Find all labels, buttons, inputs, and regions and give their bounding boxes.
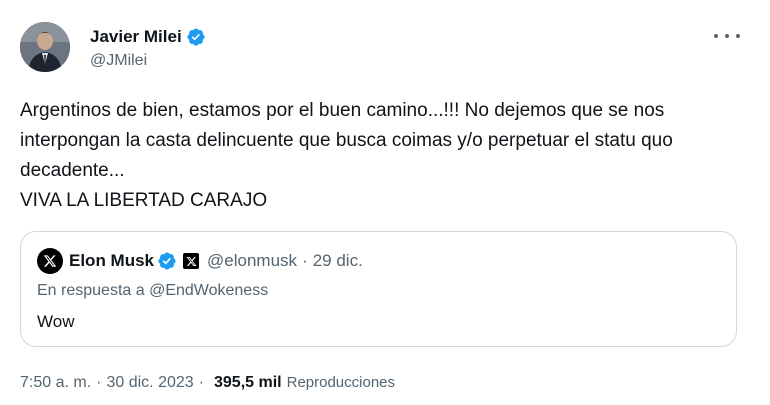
quoted-meta: @elonmusk · 29 dic. [207,251,363,271]
author-name-row[interactable]: Javier Milei [90,27,206,47]
tweet-date[interactable]: 30 dic. 2023 [106,374,193,392]
quoted-header: Elon Musk @elonmusk · 29 dic. [37,248,363,274]
quoted-verified-badge-icon [157,251,177,271]
separator-dot: · [198,374,204,391]
verified-badge-icon [186,27,206,47]
quoted-display-name[interactable]: Elon Musk [69,251,154,271]
quoted-date[interactable]: 29 dic. [313,251,363,270]
separator-dot: · [302,251,308,270]
tweet-time[interactable]: 7:50 a. m. [20,374,91,392]
quoted-tweet-card[interactable]: Elon Musk @elonmusk · 29 dic. En respuesta… [20,231,737,347]
more-options-icon[interactable] [714,26,740,46]
views-label: Reproducciones [286,374,396,391]
author-avatar[interactable] [20,22,70,72]
views-count[interactable]: 395,5 mil [214,374,282,392]
reply-context: En respuesta a @EndWokeness [37,282,268,300]
reply-to-mention[interactable]: @EndWokeness [149,282,268,299]
author-handle[interactable]: @JMilei [90,52,147,70]
quoted-avatar[interactable] [37,248,63,274]
quoted-handle[interactable]: @elonmusk [207,251,297,270]
author-display-name[interactable]: Javier Milei [90,27,182,47]
reply-prefix: En respuesta a [37,282,145,299]
affiliate-x-badge-icon[interactable] [183,253,200,269]
x-logo-icon [43,255,57,267]
separator-dot: · [96,374,102,391]
tweet-text: Argentinos de bien, estamos por el buen … [20,100,673,211]
tweet-footer: 7:50 a. m. · 30 dic. 2023 · 395,5 mil Repro… [20,374,395,392]
quoted-text: Wow [37,312,75,331]
